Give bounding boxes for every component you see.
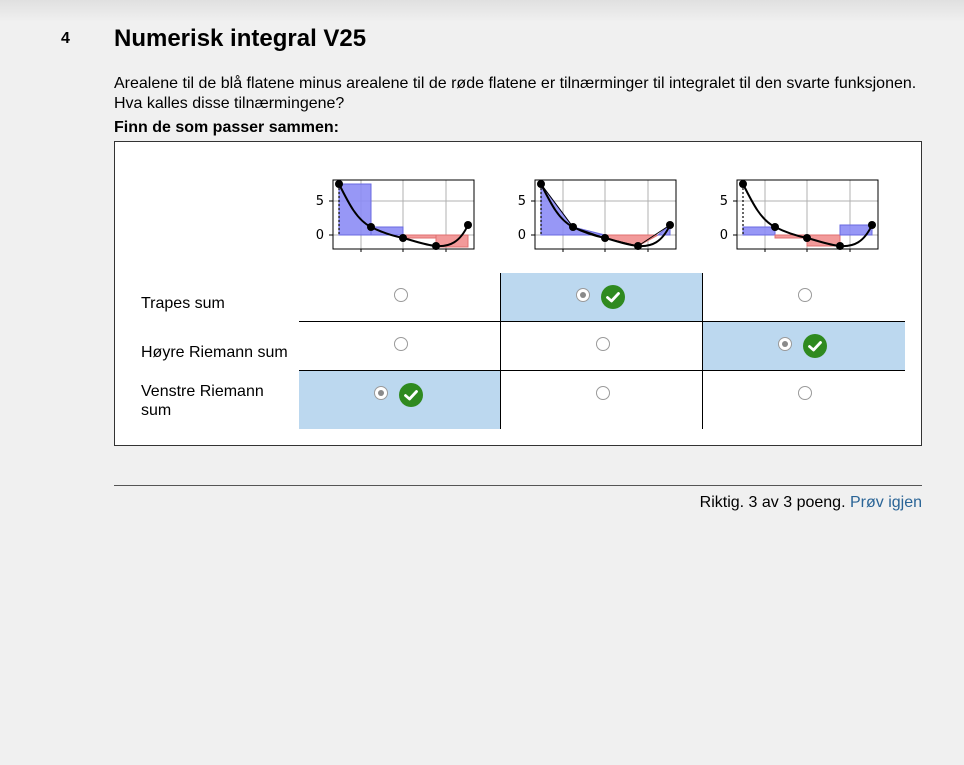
question-text-line-1: Arealene til de blå flatene minus areale… [114,75,917,92]
radio-hoyre-plot2[interactable] [596,337,610,351]
y-tick-label: 5 [720,194,728,209]
y-tick-label: 5 [316,194,324,209]
radio-trapes-plot1[interactable] [394,288,408,302]
plot-right-riemann: 5 0 [720,179,879,252]
top-shadow [0,0,964,22]
y-tick-label: 0 [316,228,324,243]
result-line: Riktig. 3 av 3 poeng. Prøv igjen [700,494,922,512]
radio-venstre-plot1[interactable] [374,386,388,400]
question-title: Numerisk integral V25 [114,25,367,52]
y-tick-label: 5 [518,194,526,209]
row-label-hoyre-riemann: Høyre Riemann sum [141,344,288,361]
matching-panel: 5 0 5 0 5 0 Trapes sum Høyre Riemann sum… [114,141,922,446]
plot-left-riemann: 5 0 [316,179,475,252]
check-icon [601,285,625,309]
radio-hoyre-plot1[interactable] [394,337,408,351]
question-number: 4 [61,30,70,47]
radio-venstre-plot3[interactable] [798,386,812,400]
plot-trapezoid: 5 0 [518,179,677,252]
question-text: Arealene til de blå flatene minus areale… [114,74,934,114]
retry-link[interactable]: Prøv igjen [850,494,922,511]
grid-line [299,370,905,371]
grid-line [299,321,905,322]
check-icon [399,383,423,407]
radio-hoyre-plot3[interactable] [778,337,792,351]
radio-trapes-plot2[interactable] [576,288,590,302]
check-icon [803,334,827,358]
row-label-venstre-riemann: Venstre Riemann sum [141,383,264,419]
grid-line [702,273,703,429]
result-text: Riktig. 3 av 3 poeng. [699,494,846,511]
y-tick-label: 0 [720,228,728,243]
question-hint: Finn de som passer sammen: [114,119,339,136]
y-tick-label: 0 [518,228,526,243]
question-text-line-2: Hva kalles disse tilnærmingene? [114,95,345,112]
row-label-trapes: Trapes sum [141,295,225,312]
footer-divider [114,485,922,486]
radio-trapes-plot3[interactable] [798,288,812,302]
grid-line [500,273,501,429]
radio-venstre-plot2[interactable] [596,386,610,400]
